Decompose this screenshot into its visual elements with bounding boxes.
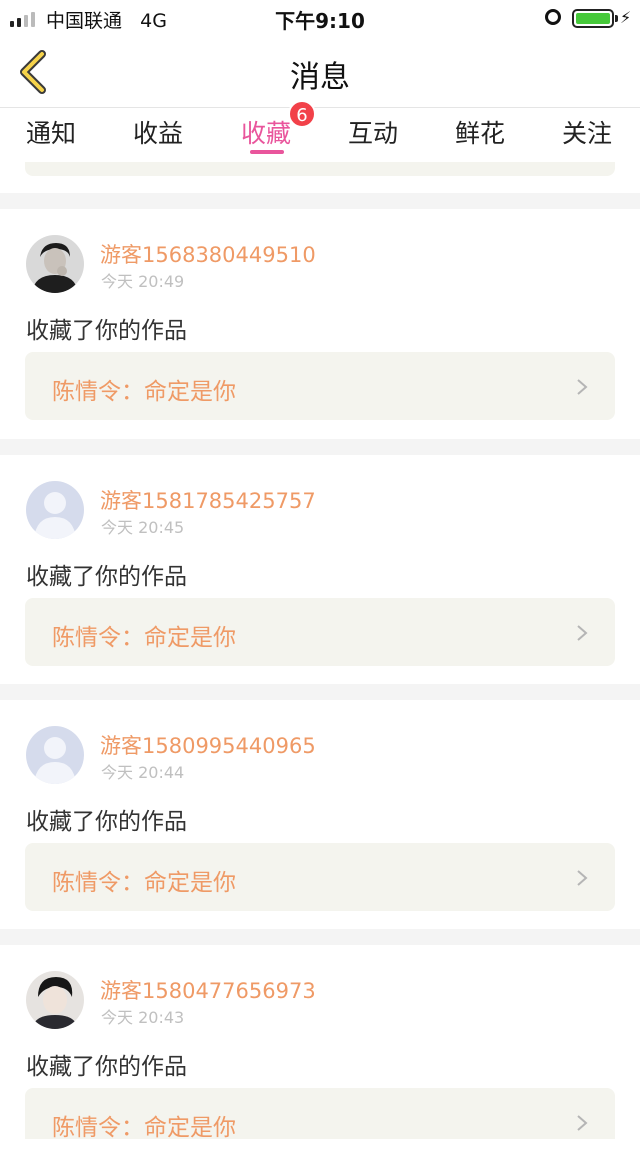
work-title: 陈情令：命定是你 <box>52 379 236 405</box>
active-tab-indicator <box>250 150 284 154</box>
avatar[interactable] <box>26 235 84 293</box>
action-text: 收藏了你的作品 <box>26 1054 187 1080</box>
username[interactable]: 游客1580477656973 <box>100 975 316 1005</box>
tab-flowers[interactable]: 鲜花 <box>455 114 505 150</box>
charging-icon: ⚡ <box>620 8 632 27</box>
username[interactable]: 游客1581785425757 <box>100 485 316 515</box>
chevron-right-icon <box>577 1115 588 1131</box>
tab-follow[interactable]: 关注 <box>562 114 612 150</box>
action-text: 收藏了你的作品 <box>26 318 187 344</box>
status-time: 下午9:10 <box>275 9 365 33</box>
work-link[interactable]: 陈情令：命定是你 <box>25 352 615 420</box>
chevron-right-icon <box>577 625 588 641</box>
timestamp: 今天 20:44 <box>101 763 185 782</box>
timestamp: 今天 20:45 <box>101 518 185 537</box>
work-link[interactable]: 陈情令：命定是你 <box>25 598 615 666</box>
chevron-right-icon <box>577 870 588 886</box>
work-title: 陈情令：命定是你 <box>52 870 236 896</box>
partial-work-box <box>25 162 615 176</box>
message-card: 游客1580477656973 今天 20:43 收藏了你的作品 陈情令：命定是… <box>0 945 640 1175</box>
battery-tip <box>615 15 618 22</box>
chevron-right-icon <box>577 379 588 395</box>
avatar[interactable] <box>26 481 84 539</box>
message-card: 游客1580995440965 今天 20:44 收藏了你的作品 陈情令：命定是… <box>0 700 640 930</box>
alarm-icon <box>545 9 561 25</box>
avatar[interactable] <box>26 726 84 784</box>
timestamp: 今天 20:49 <box>101 272 185 291</box>
status-bar: 中国联通 4G 下午9:10 ⚡ <box>0 0 640 36</box>
username[interactable]: 游客1568380449510 <box>100 239 316 269</box>
work-title: 陈情令：命定是你 <box>52 625 236 651</box>
divider <box>0 684 640 700</box>
avatar[interactable] <box>26 971 84 1029</box>
divider <box>0 439 640 455</box>
tab-bar: 通知 收益 收藏 互动 鲜花 关注 <box>0 108 640 162</box>
divider <box>0 929 640 945</box>
work-link[interactable]: 陈情令：命定是你 <box>25 843 615 911</box>
tab-income[interactable]: 收益 <box>133 114 183 150</box>
nav-bar: 消息 <box>0 36 640 108</box>
username[interactable]: 游客1580995440965 <box>100 730 316 760</box>
tab-favorites[interactable]: 收藏 <box>241 114 291 150</box>
message-card: 游客1581785425757 今天 20:45 收藏了你的作品 陈情令：命定是… <box>0 455 640 685</box>
tab-interaction[interactable]: 互动 <box>348 114 398 150</box>
divider <box>0 193 640 209</box>
tab-notice[interactable]: 通知 <box>26 114 76 150</box>
battery-icon <box>572 9 614 28</box>
work-title: 陈情令：命定是你 <box>52 1115 236 1141</box>
timestamp: 今天 20:43 <box>101 1008 185 1027</box>
favorites-badge: 6 <box>288 100 316 128</box>
action-text: 收藏了你的作品 <box>26 564 187 590</box>
message-card: 游客1568380449510 今天 20:49 收藏了你的作品 陈情令：命定是… <box>0 209 640 439</box>
work-link[interactable]: 陈情令：命定是你 <box>25 1088 615 1141</box>
page-title: 消息 <box>290 60 350 95</box>
action-text: 收藏了你的作品 <box>26 809 187 835</box>
